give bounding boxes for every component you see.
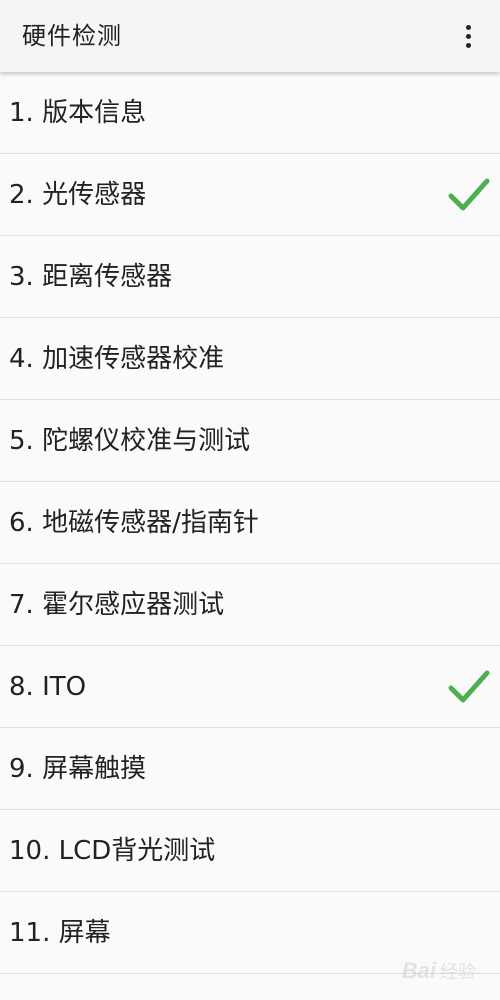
menu-dot <box>465 33 471 39</box>
checkmark-icon <box>448 178 490 211</box>
test-item-label: 2. 光传感器 <box>9 180 147 210</box>
test-item-label: 1. 版本信息 <box>9 98 147 128</box>
test-list-item[interactable]: 8. ITO <box>0 646 500 728</box>
test-list-item[interactable]: 3. 距离传感器 <box>0 236 500 318</box>
test-item-list: 1. 版本信息 2. 光传感器 3. 距离传感器 4. 加速传感器校准 5. 陀螺仪校准… <box>0 72 500 974</box>
test-item-label: 9. 屏幕触摸 <box>9 754 147 784</box>
test-item-label: 3. 距离传感器 <box>9 262 173 292</box>
test-list-item[interactable]: 10. LCD背光测试 <box>0 810 500 892</box>
test-item-label: 4. 加速传感器校准 <box>9 344 225 374</box>
test-list-item[interactable]: 6. 地磁传感器/指南针 <box>0 482 500 564</box>
test-list-item[interactable]: 5. 陀螺仪校准与测试 <box>0 400 500 482</box>
test-list-item[interactable]: 4. 加速传感器校准 <box>0 318 500 400</box>
watermark-text: Bai <box>401 958 436 983</box>
test-item-label: 7. 霍尔感应器测试 <box>9 590 225 620</box>
more-vert-icon[interactable] <box>448 16 488 56</box>
test-list-item[interactable]: 1. 版本信息 <box>0 72 500 154</box>
hardware-test-screen: 硬件检测 1. 版本信息 2. 光传感器 3. 距离传感器 4. 加速传感器校准 5. … <box>0 0 500 1000</box>
test-item-label: 11. 屏幕 <box>9 918 111 948</box>
watermark: Bai 经验 <box>402 958 476 984</box>
test-list-item[interactable]: 7. 霍尔感应器测试 <box>0 564 500 646</box>
test-item-label: 8. ITO <box>9 672 87 702</box>
app-bar: 硬件检测 <box>0 0 500 72</box>
test-list-item[interactable]: 9. 屏幕触摸 <box>0 728 500 810</box>
test-item-label: 5. 陀螺仪校准与测试 <box>9 426 251 456</box>
checkmark-icon <box>448 670 490 703</box>
test-item-label: 6. 地磁传感器/指南针 <box>9 508 259 538</box>
menu-dot <box>465 42 471 48</box>
app-title: 硬件检测 <box>22 22 122 50</box>
test-item-label: 10. LCD背光测试 <box>9 836 216 866</box>
watermark-suffix: 经验 <box>440 962 476 983</box>
test-list-item[interactable]: 2. 光传感器 <box>0 154 500 236</box>
menu-dot <box>465 24 471 30</box>
